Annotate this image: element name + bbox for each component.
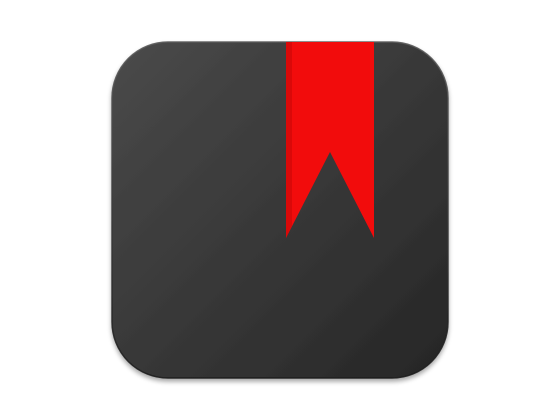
app-icon-tile: [111, 41, 449, 379]
icon-canvas: [0, 0, 560, 420]
bookmark-ribbon-shade: [286, 42, 292, 238]
bookmark-app-icon[interactable]: [110, 40, 450, 380]
app-icon-graphic: [111, 41, 449, 379]
